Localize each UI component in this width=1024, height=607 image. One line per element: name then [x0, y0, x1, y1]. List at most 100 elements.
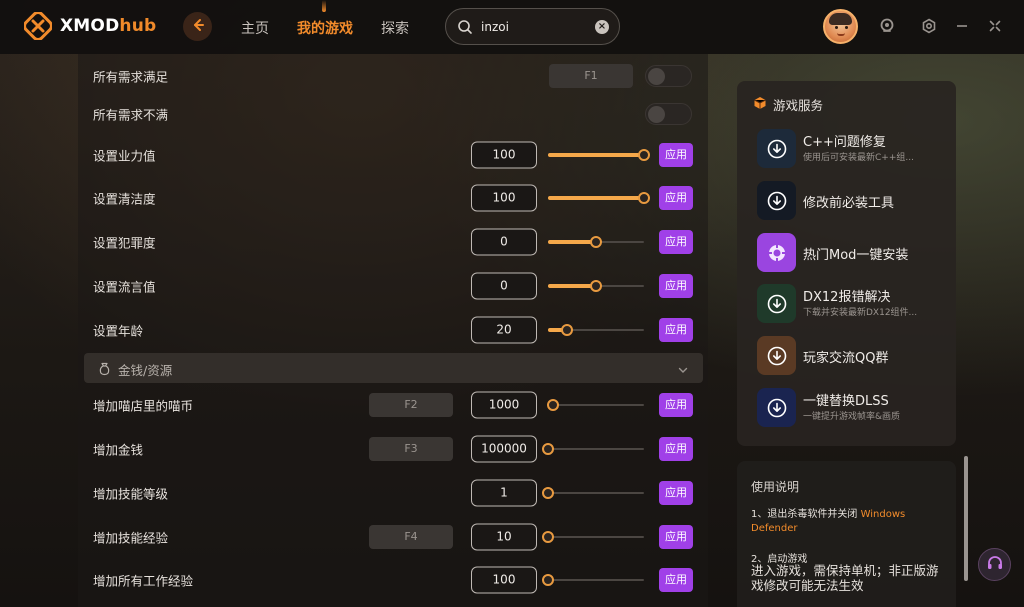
service-item[interactable]: C++问题修复 使用后可安装最新C++组... [757, 129, 947, 169]
slider-thumb[interactable] [561, 324, 573, 336]
help-step-1: 1、退出杀毒软件并关闭 Windows Defender [751, 508, 941, 536]
value-slider[interactable] [548, 149, 650, 161]
setting-row: 设置年龄 20 应用 [78, 308, 708, 352]
value-input[interactable]: 20 [471, 316, 537, 344]
app-logo[interactable]: XMODhub [23, 11, 156, 41]
slider-thumb[interactable] [542, 487, 554, 499]
row-label: 设置犯罪度 [93, 235, 156, 251]
search-icon [457, 19, 473, 39]
slider-thumb[interactable] [638, 149, 650, 161]
setting-row: 增加所有工作经验 100 应用 [78, 558, 708, 602]
service-box-icon [753, 95, 767, 114]
help-step-1-text: 1、退出杀毒软件并关闭 [751, 509, 858, 520]
customer-support-button[interactable] [978, 548, 1011, 581]
services-header: 游戏服务 [753, 95, 823, 114]
apply-button[interactable]: 应用 [659, 437, 693, 461]
settings-icon[interactable] [920, 17, 938, 35]
apply-button[interactable]: 应用 [659, 525, 693, 549]
service-item[interactable]: 热门Mod一键安装 [757, 233, 947, 273]
slider-thumb[interactable] [542, 531, 554, 543]
minimize-icon[interactable] [953, 17, 971, 35]
service-icon-box [757, 181, 796, 220]
slider-thumb[interactable] [542, 574, 554, 586]
row-label: 设置流言值 [93, 279, 156, 295]
apply-button[interactable]: 应用 [659, 481, 693, 505]
hotkey-badge[interactable]: F1 [549, 64, 633, 88]
nav-my-games[interactable]: 我的游戏 [297, 18, 353, 38]
apply-button[interactable]: 应用 [659, 274, 693, 298]
help-scrollbar[interactable] [964, 456, 968, 581]
chevron-down-icon[interactable] [677, 361, 689, 380]
avatar[interactable] [823, 9, 858, 44]
avatar-eye [845, 26, 848, 29]
setting-row: 设置业力值 100 应用 [78, 133, 708, 177]
row-label: 所有需求不满 [93, 107, 169, 123]
apply-button[interactable]: 应用 [659, 186, 693, 210]
toggle-switch[interactable] [645, 103, 692, 125]
value-slider[interactable] [547, 399, 644, 411]
value-slider[interactable] [542, 487, 644, 499]
section-header-money[interactable]: 金钱/资源 [84, 353, 703, 383]
setting-row: 增加技能等级 1 应用 [78, 471, 708, 515]
apply-button[interactable]: 应用 [659, 393, 693, 417]
value-slider[interactable] [542, 574, 644, 586]
slider-track [548, 579, 644, 581]
apply-button[interactable]: 应用 [659, 230, 693, 254]
clear-search-icon[interactable]: × [595, 20, 609, 34]
apply-button[interactable]: 应用 [659, 318, 693, 342]
slider-thumb[interactable] [638, 192, 650, 204]
value-input[interactable]: 100 [471, 141, 537, 169]
row-label: 增加喵店里的喵币 [93, 398, 194, 414]
service-subtitle: 下载并安装最新DX12组件... [803, 308, 918, 318]
slider-thumb[interactable] [590, 236, 602, 248]
value-input[interactable]: 1 [471, 479, 537, 507]
slider-thumb[interactable] [547, 399, 559, 411]
logo-main: XMOD [60, 16, 120, 36]
download-icon [767, 294, 786, 313]
service-name: 修改前必装工具 [803, 196, 895, 211]
hotkey-badge[interactable]: F2 [369, 393, 453, 417]
nav-explore[interactable]: 探索 [381, 18, 409, 38]
value-input[interactable]: 100 [471, 566, 537, 594]
avatar-eye [835, 26, 838, 29]
service-item[interactable]: 玩家交流QQ群 [757, 336, 947, 376]
value-slider[interactable] [542, 531, 644, 543]
search-input[interactable] [481, 18, 591, 36]
game-services-panel: 游戏服务 C++问题修复 使用后可安装最新C++组... 修改前必装工具 热门Mod一… [737, 81, 956, 446]
search-box[interactable]: × [445, 8, 620, 45]
notification-icon[interactable] [878, 17, 896, 35]
slider-thumb[interactable] [542, 443, 554, 455]
apply-button[interactable]: 应用 [659, 143, 693, 167]
service-item[interactable]: 修改前必装工具 [757, 181, 947, 221]
avatar-mouth [837, 33, 845, 36]
nav-home[interactable]: 主页 [241, 18, 269, 38]
service-item[interactable]: 一键替换DLSS 一键提升游戏帧率&画质 [757, 388, 947, 428]
value-slider[interactable] [548, 324, 644, 336]
value-input[interactable]: 100000 [471, 435, 537, 463]
value-input[interactable]: 0 [471, 272, 537, 300]
slider-fill [548, 284, 596, 288]
value-slider[interactable] [548, 236, 644, 248]
close-icon[interactable] [986, 17, 1004, 35]
service-name: 热门Mod一键安装 [803, 248, 909, 263]
value-input[interactable]: 100 [471, 184, 537, 212]
value-slider[interactable] [548, 280, 644, 292]
back-button[interactable] [183, 12, 212, 41]
service-item[interactable]: DX12报错解决 下载并安装最新DX12组件... [757, 284, 947, 324]
row-label: 所有需求满足 [93, 69, 169, 85]
value-input[interactable]: 10 [471, 523, 537, 551]
service-icon-box [757, 233, 796, 272]
value-input[interactable]: 0 [471, 228, 537, 256]
toggle-knob [648, 106, 665, 123]
money-bag-icon [98, 361, 111, 380]
value-slider[interactable] [548, 192, 650, 204]
apply-button[interactable]: 应用 [659, 568, 693, 592]
value-slider[interactable] [542, 443, 644, 455]
slider-thumb[interactable] [590, 280, 602, 292]
section-title: 金钱/资源 [118, 363, 173, 378]
toggle-switch[interactable] [645, 65, 692, 87]
slider-fill [548, 240, 596, 244]
hotkey-badge[interactable]: F3 [369, 437, 453, 461]
value-input[interactable]: 1000 [471, 391, 537, 419]
hotkey-badge[interactable]: F4 [369, 525, 453, 549]
